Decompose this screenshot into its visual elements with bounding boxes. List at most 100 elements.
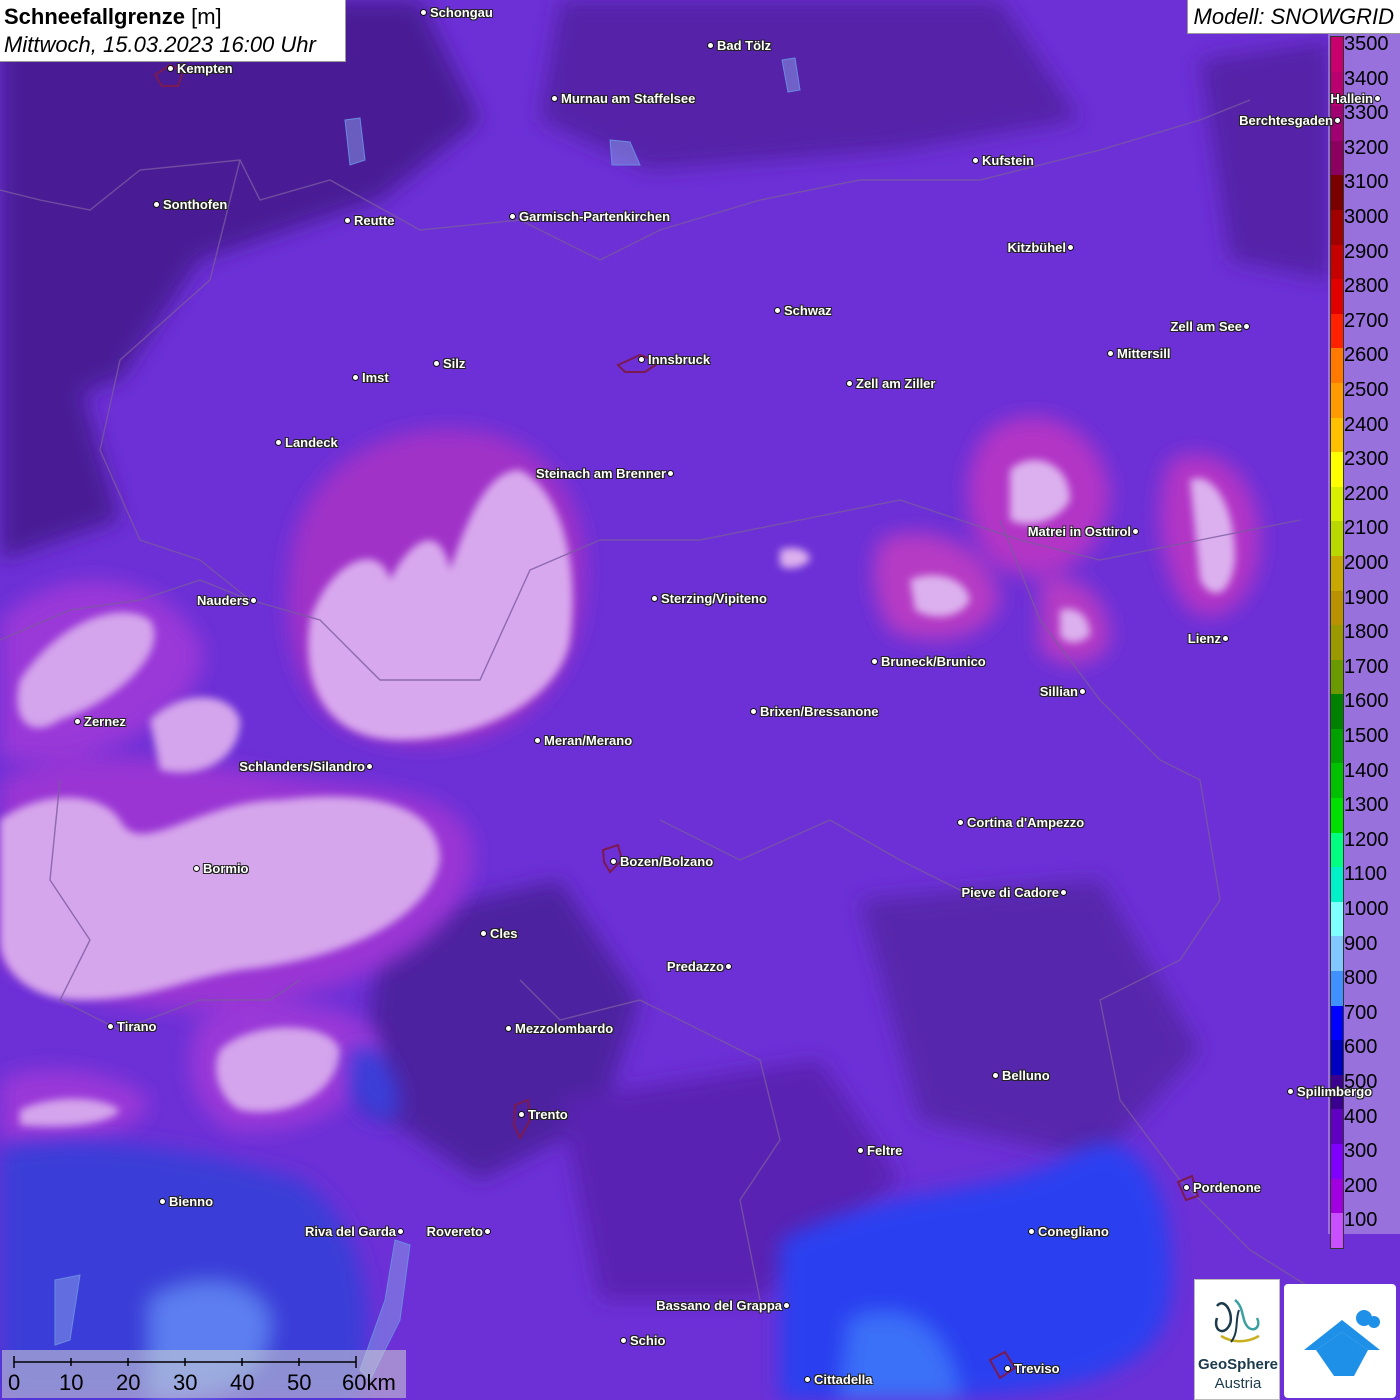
city-label: Trento — [528, 1107, 568, 1122]
legend-swatch — [1331, 244, 1343, 280]
city-marker-icon — [1287, 1088, 1294, 1095]
city-label: Rovereto — [426, 1224, 483, 1239]
city-label: Cortina d'Ampezzo — [967, 815, 1085, 830]
city-label: Cittadella — [814, 1372, 873, 1387]
legend-label: 900 — [1344, 932, 1378, 955]
legend-swatch — [1331, 452, 1343, 487]
legend-swatch — [1331, 313, 1343, 349]
city-label: Belluno — [1002, 1068, 1050, 1083]
legend-swatch — [1331, 867, 1343, 902]
city-label: Bormio — [203, 861, 249, 876]
legend-swatch — [1331, 382, 1343, 418]
city-label: Conegliano — [1038, 1224, 1109, 1239]
city-label: Kempten — [177, 61, 233, 76]
city-label: Steinach am Brenner — [535, 466, 666, 481]
city-label: Berchtesgaden — [1239, 113, 1333, 128]
city-label: Kitzbühel — [1007, 240, 1067, 255]
legend-label: 2800 — [1344, 275, 1389, 298]
legend-label: 1300 — [1344, 794, 1389, 817]
legend-swatch — [1331, 590, 1343, 626]
legend-label: 300 — [1344, 1140, 1378, 1163]
city-marker-icon — [651, 595, 658, 602]
city-marker-icon — [366, 763, 373, 770]
legend-swatch — [1331, 140, 1343, 176]
legend-label: 3200 — [1344, 136, 1389, 159]
city-label: Schongau — [430, 5, 493, 20]
geosphere-emblem-icon — [1214, 1299, 1260, 1343]
legend-swatch — [1331, 417, 1343, 453]
legend-label: 2700 — [1344, 309, 1389, 332]
legend-label: 100 — [1344, 1209, 1378, 1232]
legend-label: 2500 — [1344, 379, 1389, 401]
legend-swatch — [1331, 832, 1343, 868]
legend-swatch — [1331, 659, 1343, 695]
city-marker-icon — [397, 1228, 404, 1235]
city-marker-icon — [420, 9, 427, 16]
city-label: Mittersill — [1117, 346, 1171, 361]
city-marker-icon — [509, 213, 516, 220]
model-label: Modell: SNOWGRID — [1186, 0, 1400, 34]
city-marker-icon — [484, 1228, 491, 1235]
city-marker-icon — [871, 658, 878, 665]
legend-label: 1100 — [1344, 863, 1388, 886]
legend-label: 1200 — [1344, 828, 1389, 851]
city-marker-icon — [638, 356, 645, 363]
legend-label: 1400 — [1344, 759, 1389, 782]
city-marker-icon — [620, 1337, 627, 1344]
legend-swatch — [1331, 1109, 1343, 1144]
city-marker-icon — [804, 1376, 811, 1383]
city-marker-icon — [74, 718, 81, 725]
scale-label-20: 20 — [116, 1370, 141, 1395]
legend-label: 800 — [1344, 967, 1378, 990]
city-label: Sterzing/Vipiteno — [661, 591, 767, 606]
legend-label: 3100 — [1344, 171, 1389, 194]
city-label: Reutte — [354, 213, 395, 228]
legend-swatch — [1331, 555, 1343, 591]
city-label: Zell am See — [1170, 319, 1242, 334]
legend-swatch — [1331, 1213, 1343, 1248]
scale-label-50: 50 — [287, 1370, 312, 1395]
city-marker-icon — [1067, 244, 1074, 251]
city-marker-icon — [1079, 688, 1086, 695]
city-marker-icon — [783, 1302, 790, 1309]
city-label: Bruneck/Brunico — [881, 654, 986, 669]
geosphere-logo: GeoSphere Austria — [1194, 1279, 1280, 1400]
city-label: Cles — [490, 926, 518, 941]
legend-label: 600 — [1344, 1036, 1378, 1059]
legend-swatch — [1331, 209, 1343, 245]
app-logo — [1284, 1284, 1396, 1398]
legend-label: 1500 — [1344, 725, 1389, 747]
scale-label-60km: 60km — [342, 1370, 396, 1395]
legend-swatch — [1331, 1040, 1343, 1075]
legend-swatch — [1331, 763, 1343, 799]
scale-bar: 0 10 20 30 40 50 60km — [2, 1350, 406, 1398]
city-label: Bozen/Bolzano — [620, 854, 714, 869]
city-marker-icon — [551, 95, 558, 102]
city-marker-icon — [167, 65, 174, 72]
city-label: Meran/Merano — [544, 733, 633, 748]
legend-swatch — [1331, 1005, 1343, 1041]
city-marker-icon — [1374, 95, 1381, 102]
city-marker-icon — [1183, 1184, 1190, 1191]
scale-label-30: 30 — [173, 1370, 198, 1395]
city-label: Predazzo — [666, 959, 724, 974]
city-marker-icon — [972, 157, 979, 164]
legend-label: 2400 — [1344, 413, 1389, 436]
city-label: Spilimbergo — [1297, 1084, 1373, 1099]
legend-swatch — [1331, 279, 1343, 314]
city-marker-icon — [480, 930, 487, 937]
city-marker-icon — [1004, 1365, 1011, 1372]
legend-swatch — [1331, 901, 1343, 937]
city-label: Riva del Garda — [304, 1224, 396, 1239]
city-label: Schwaz — [784, 303, 832, 318]
legend-label: 2100 — [1344, 517, 1389, 540]
city-label: Bassano del Grappa — [656, 1298, 782, 1313]
city-marker-icon — [957, 819, 964, 826]
city-label: Silz — [443, 356, 466, 371]
city-label: Pordenone — [1193, 1180, 1261, 1195]
city-marker-icon — [1222, 635, 1229, 642]
city-label: Innsbruck — [648, 352, 711, 367]
city-marker-icon — [774, 307, 781, 314]
city-marker-icon — [1243, 323, 1250, 330]
legend-swatch — [1331, 1144, 1343, 1179]
